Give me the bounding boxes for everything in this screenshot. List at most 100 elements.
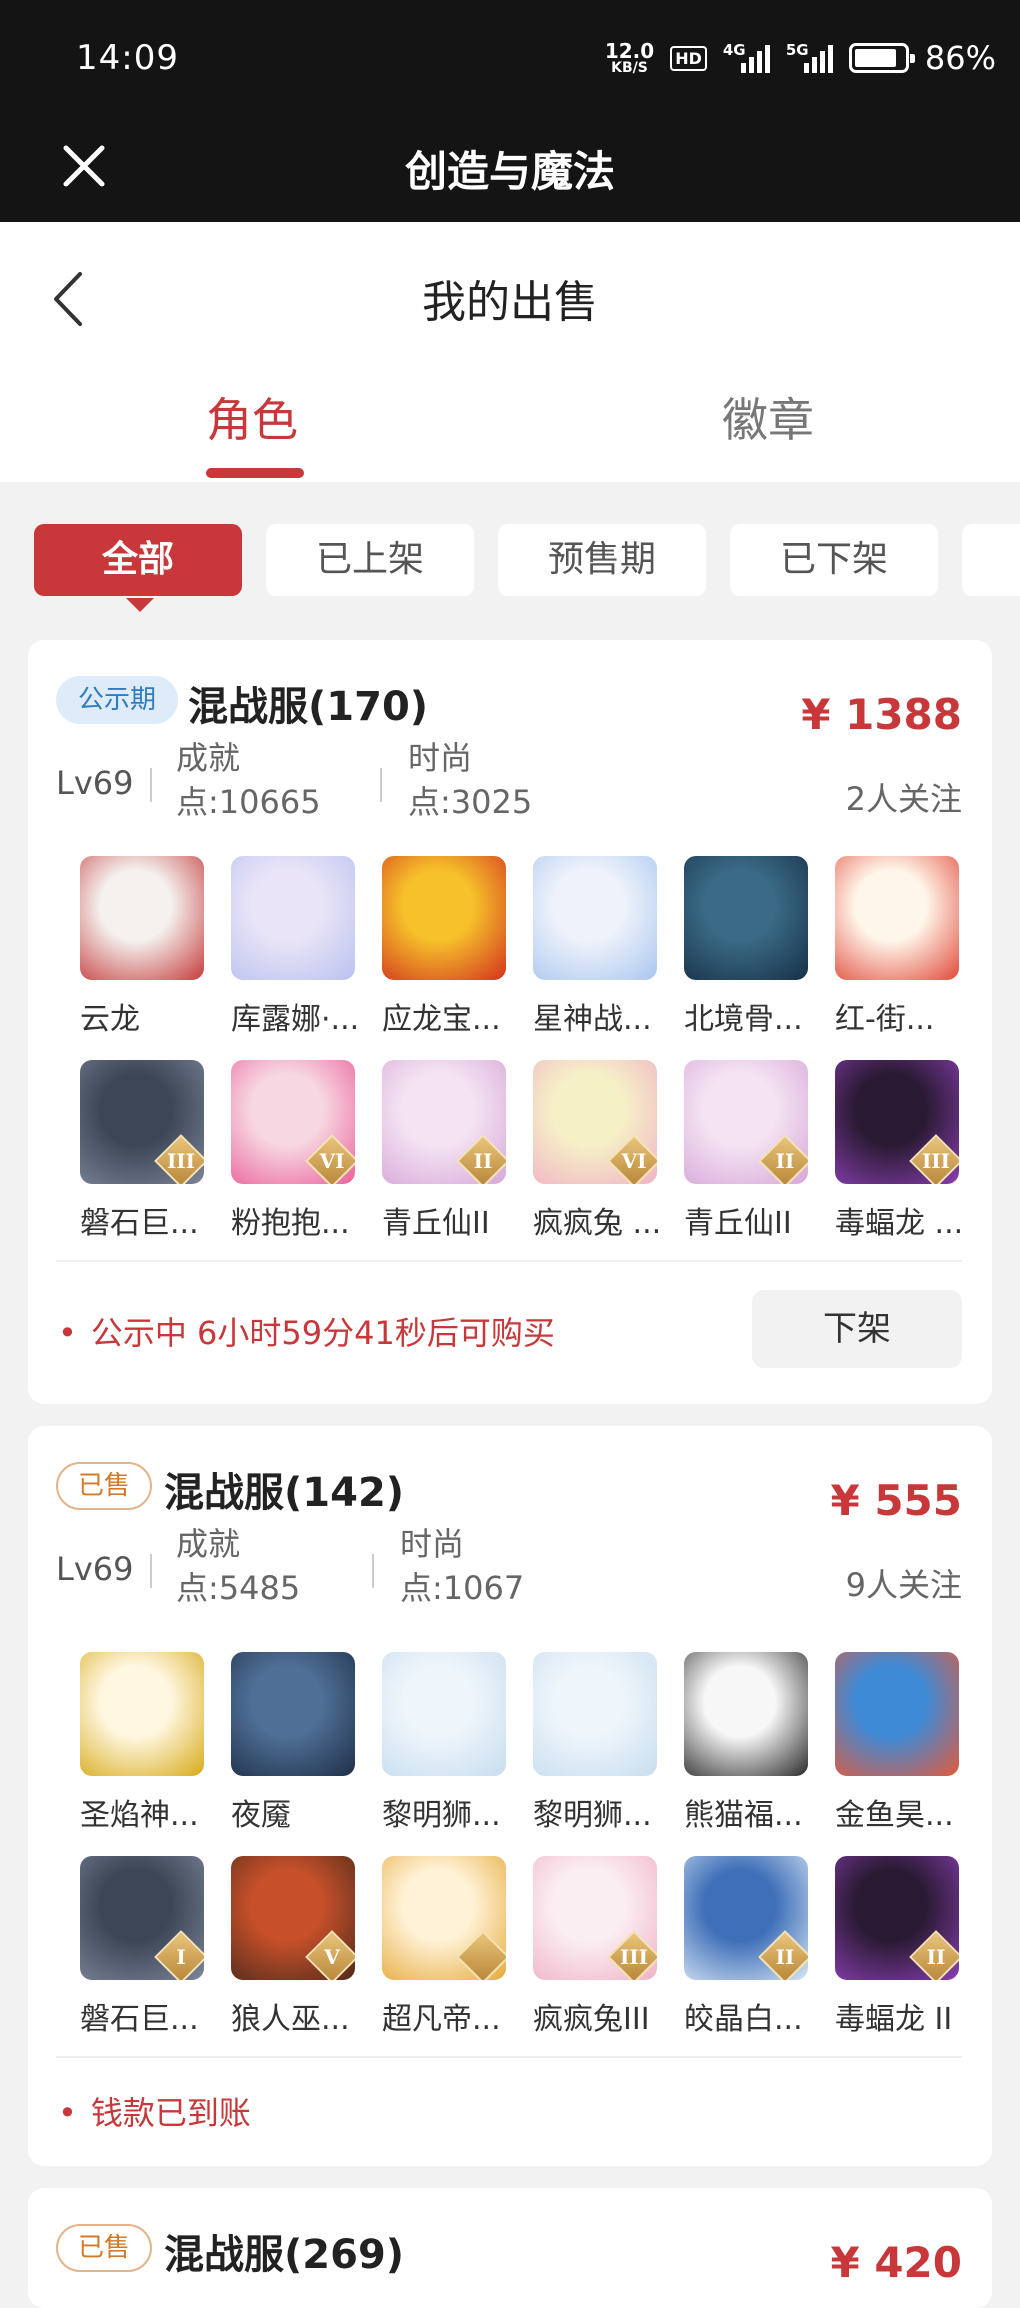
item-name: 毒蝠龙 II <box>835 2002 953 2037</box>
filter-more[interactable]: 已 <box>962 524 1020 596</box>
item-tile[interactable]: II 毒蝠龙 II <box>835 1856 959 2038</box>
tier-badge-icon: I <box>154 1930 204 1980</box>
north-bone-icon <box>684 856 808 980</box>
item-tile[interactable]: 北境骨... <box>684 856 808 1038</box>
status-badge: 已售 <box>56 1462 152 1510</box>
item-name: 皎晶白... <box>684 2002 803 2037</box>
delist-button[interactable]: 下架 <box>752 1290 962 1368</box>
item-tile[interactable]: 红-街... <box>835 856 959 1038</box>
item-tile[interactable]: II 青丘仙II <box>382 1060 506 1242</box>
server-name: 混战服(142) <box>164 1470 405 1516</box>
item-tile[interactable]: VI 疯疯兔 ... <box>533 1060 661 1242</box>
dawn-griffin-icon <box>382 1652 506 1776</box>
divider-vertical <box>150 768 152 802</box>
item-tile[interactable]: 黎明狮... <box>533 1652 657 1834</box>
fox-fairy-icon: II <box>382 1060 506 1184</box>
filter-delisted[interactable]: 已下架 <box>730 524 938 596</box>
filter-bar: 全部 已上架 预售期 已下架 已 <box>0 524 1020 600</box>
star-god-icon <box>533 856 657 980</box>
item-tile[interactable]: 金鱼昊... <box>835 1652 959 1834</box>
network-speed-value: 12.0 <box>604 39 655 63</box>
red-skateboard-icon <box>835 856 959 980</box>
pink-bear-icon: VI <box>231 1060 355 1184</box>
emperor-icon <box>382 1856 506 1980</box>
item-name: 北境骨... <box>684 1002 803 1037</box>
listing-card[interactable]: 公示期 混战服(170) ¥ 1388 Lv69 成就 点:10665 时尚 点:3… <box>28 640 992 1404</box>
crystal-tiger-icon: II <box>684 1856 808 1980</box>
dawn-griffin-icon <box>533 1652 657 1776</box>
poison-bat-dragon-icon: III <box>835 1060 959 1184</box>
filter-listed[interactable]: 已上架 <box>266 524 474 596</box>
app-title-bar: 创造与魔法 <box>0 118 1020 222</box>
tier-badge-icon: VI <box>607 1134 657 1184</box>
divider-vertical <box>372 1554 374 1588</box>
level: Lv69 <box>56 1550 134 1588</box>
item-tile[interactable]: III 磐石巨... <box>80 1060 204 1242</box>
rock-giant-icon: III <box>80 1060 204 1184</box>
item-name: 夜魇 <box>231 1798 291 1833</box>
item-name: 云龙 <box>80 1002 140 1037</box>
item-tile[interactable]: 熊猫福... <box>684 1652 808 1834</box>
status-time: 14:09 <box>76 38 179 78</box>
listing-notice: 公示中 6小时59分41秒后可购买 <box>58 1308 555 1354</box>
tab-badges[interactable]: 徽章 <box>722 384 814 450</box>
poison-bat-dragon-icon: II <box>835 1856 959 1980</box>
achievement-points: 成就 点:5485 <box>176 1525 301 1607</box>
item-name: 星神战... <box>533 1002 652 1037</box>
tab-roles[interactable]: 角色 <box>206 384 298 450</box>
item-tile[interactable]: 云龙 <box>80 856 204 1038</box>
item-grid: 云龙 库露娜·... 应龙宝... 星神战... 北境骨... 红-街... III 磐石巨.… <box>80 856 984 1241</box>
crazy-rabbit-icon: VI <box>533 1060 657 1184</box>
item-tile[interactable]: 圣焰神... <box>80 1652 204 1834</box>
item-tile[interactable]: 夜魇 <box>231 1652 355 1834</box>
item-tile[interactable]: III 毒蝠龙 ... <box>835 1060 963 1242</box>
app-title: 创造与魔法 <box>404 147 615 196</box>
item-tile[interactable]: 黎明狮... <box>382 1652 506 1834</box>
item-tile[interactable]: V 狼人巫... <box>231 1856 355 2038</box>
listing-card[interactable]: 已售 混战服(142) ¥ 555 Lv69 成就 点:5485 时尚 点:1067… <box>28 1426 992 2166</box>
item-grid: 圣焰神... 夜魇 黎明狮... 黎明狮... 熊猫福... 金鱼昊... I 磐石巨... V… <box>80 1652 984 2037</box>
item-name: 磐石巨... <box>80 1206 199 1241</box>
crazy-rabbit-icon: III <box>533 1856 657 1980</box>
item-tile[interactable]: 超凡帝... <box>382 1856 506 2038</box>
page-header: 我的出售 角色 徽章 <box>0 222 1020 482</box>
item-tile[interactable]: 星神战... <box>533 856 657 1038</box>
tier-badge-icon: II <box>758 1930 808 1980</box>
tier-badge-icon: V <box>305 1930 355 1980</box>
item-tile[interactable]: VI 粉抱抱... <box>231 1060 355 1242</box>
item-name: 库露娜·... <box>231 1002 360 1037</box>
price: ¥ 1388 <box>801 690 962 739</box>
item-tile[interactable]: 库露娜·... <box>231 856 359 1038</box>
item-name: 青丘仙II <box>684 1206 792 1241</box>
item-name: 狼人巫... <box>231 2002 350 2037</box>
tier-badge-icon: III <box>607 1930 657 1980</box>
rock-giant-icon: I <box>80 1856 204 1980</box>
item-tile[interactable]: II 皎晶白... <box>684 1856 808 2038</box>
tier-badge-icon: III <box>909 1134 959 1184</box>
item-tile[interactable]: 应龙宝... <box>382 856 506 1038</box>
panda-icon <box>684 1652 808 1776</box>
filter-presale[interactable]: 预售期 <box>498 524 706 596</box>
follower-count: 2人关注 <box>845 780 962 818</box>
status-badge: 已售 <box>56 2224 152 2272</box>
network-speed-unit: KB/S <box>611 60 648 76</box>
tier-badge-icon: II <box>758 1134 808 1184</box>
item-tile[interactable]: I 磐石巨... <box>80 1856 204 2038</box>
battery-percent: 86% <box>924 39 996 77</box>
level: Lv69 <box>56 764 134 802</box>
yinglong-icon <box>382 856 506 980</box>
divider-vertical <box>380 768 382 802</box>
filter-all[interactable]: 全部 <box>34 524 242 596</box>
listing-card[interactable]: 已售 混战服(269) ¥ 420 <box>28 2188 992 2308</box>
tier-badge-icon: II <box>909 1930 959 1980</box>
achievement-points: 成就 点:10665 <box>176 739 321 821</box>
follower-count: 9人关注 <box>845 1566 962 1604</box>
item-name: 熊猫福... <box>684 1798 803 1833</box>
item-name: 圣焰神... <box>80 1798 199 1833</box>
nightmare-icon <box>231 1652 355 1776</box>
tier-badge-icon <box>456 1930 506 1980</box>
item-tile[interactable]: II 青丘仙II <box>684 1060 808 1242</box>
item-name: 应龙宝... <box>382 1002 501 1037</box>
item-name: 毒蝠龙 ... <box>835 1206 964 1241</box>
item-tile[interactable]: III 疯疯兔III <box>533 1856 657 2038</box>
